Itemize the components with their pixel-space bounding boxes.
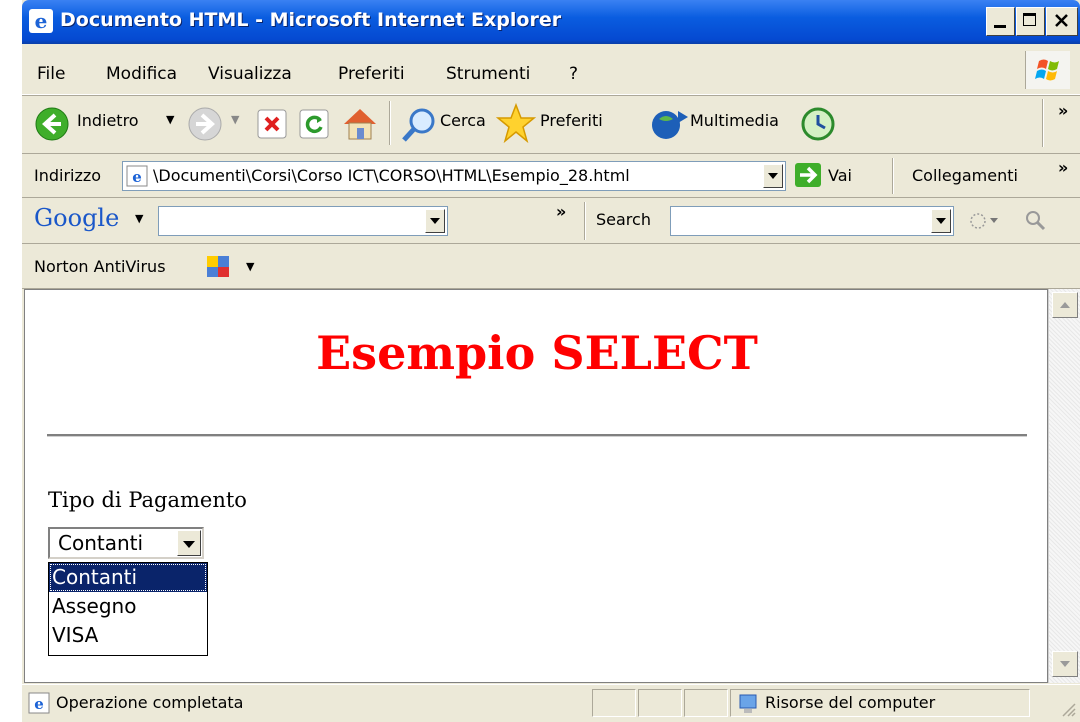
svg-text:e: e: [34, 695, 44, 713]
ie-logo-icon: e: [29, 9, 53, 33]
favorites-button-label[interactable]: Preferiti: [540, 111, 603, 130]
forward-dropdown-icon[interactable]: ▼: [231, 113, 239, 126]
scroll-down-button[interactable]: [1052, 651, 1078, 677]
go-arrow-icon[interactable]: [794, 162, 822, 188]
horizontal-rule: [47, 434, 1027, 437]
maximize-button[interactable]: [1016, 7, 1045, 36]
scroll-up-button[interactable]: [1052, 292, 1078, 318]
page-icon: e: [126, 165, 148, 187]
payment-options-list[interactable]: Contanti Assegno VISA: [48, 562, 208, 656]
payment-type-label: Tipo di Pagamento: [48, 488, 247, 512]
status-page-icon: e: [28, 692, 50, 714]
payment-type-select[interactable]: Contanti: [48, 527, 204, 559]
norton-shield-icon[interactable]: [204, 252, 232, 280]
title-bar[interactable]: e Documento HTML - Microsoft Internet Ex…: [22, 0, 1080, 44]
links-overflow-chevron[interactable]: »: [1058, 158, 1068, 177]
standard-toolbar: Indietro ▼ ▼ Cerca Preferiti Multimedia …: [22, 95, 1080, 154]
select-current-value: Contanti: [58, 531, 144, 555]
forward-arrow-icon[interactable]: [187, 106, 223, 142]
option-contanti[interactable]: Contanti: [49, 563, 207, 592]
svg-text:e: e: [35, 9, 48, 33]
norton-label[interactable]: Norton AntiVirus: [34, 257, 166, 276]
back-arrow-icon[interactable]: [34, 106, 70, 142]
option-visa[interactable]: VISA: [49, 621, 207, 650]
google-menu-dropdown-icon[interactable]: ▼: [135, 212, 143, 225]
menu-modifica[interactable]: Modifica: [106, 64, 177, 84]
menu-bar: File Modifica Visualizza Preferiti Strum…: [22, 44, 1080, 95]
menu-file[interactable]: File: [37, 64, 65, 84]
google-toolbar: Google ▼ » Search: [22, 198, 1080, 244]
google-query-dropdown-button[interactable]: [425, 209, 445, 233]
windows-logo-panel: [1025, 51, 1070, 89]
google-query-input[interactable]: [158, 206, 448, 236]
search-query-input[interactable]: [670, 206, 954, 236]
status-cell-2: [638, 689, 682, 717]
back-dropdown-icon[interactable]: ▼: [166, 113, 174, 126]
go-button-label[interactable]: Vai: [828, 166, 852, 185]
back-button-label[interactable]: Indietro: [77, 111, 139, 130]
page-heading: Esempio SELECT: [316, 326, 758, 380]
address-bar: Indirizzo e \Documenti\Corsi\Corso ICT\C…: [22, 154, 1080, 198]
svg-text:e: e: [132, 168, 142, 186]
vertical-scrollbar[interactable]: [1048, 289, 1080, 683]
home-icon[interactable]: [340, 104, 380, 142]
menu-help[interactable]: ?: [569, 64, 578, 84]
google-logo[interactable]: Google: [34, 204, 119, 232]
scroll-down-icon: [1060, 661, 1070, 667]
option-assegno[interactable]: Assegno: [49, 592, 207, 621]
status-bar: e Operazione completata Risorse del comp…: [22, 684, 1080, 722]
status-zone-cell: Risorse del computer: [730, 689, 1030, 717]
resize-grip-icon[interactable]: [1058, 699, 1076, 717]
status-cell-1: [592, 689, 636, 717]
address-input[interactable]: e \Documenti\Corsi\Corso ICT\CORSO\HTML\…: [122, 161, 786, 191]
status-zone-text: Risorse del computer: [765, 693, 936, 712]
menu-preferiti[interactable]: Preferiti: [338, 64, 405, 84]
search-label: Search: [596, 210, 651, 229]
close-button[interactable]: [1046, 7, 1078, 36]
address-dropdown-button[interactable]: [763, 164, 783, 188]
favorites-star-icon[interactable]: [496, 102, 536, 144]
refresh-icon[interactable]: [298, 108, 330, 140]
google-overflow-chevron[interactable]: »: [556, 202, 566, 221]
page-content: Esempio SELECT Tipo di Pagamento Contant…: [24, 289, 1048, 683]
status-text: Operazione completata: [56, 693, 244, 712]
toolbar-overflow-chevron[interactable]: »: [1058, 101, 1068, 120]
search-query-dropdown-button[interactable]: [931, 209, 951, 233]
minimize-button[interactable]: [986, 7, 1015, 36]
address-label: Indirizzo: [34, 166, 102, 185]
menu-strumenti[interactable]: Strumenti: [446, 64, 530, 84]
my-computer-icon: [739, 694, 757, 713]
select-dropdown-button[interactable]: [177, 530, 201, 556]
history-icon[interactable]: [798, 105, 838, 143]
address-value: \Documenti\Corsi\Corso ICT\CORSO\HTML\Es…: [153, 166, 630, 185]
norton-dropdown-icon[interactable]: ▼: [246, 260, 254, 273]
window-title: Documento HTML - Microsoft Internet Expl…: [60, 9, 562, 31]
stop-icon[interactable]: [256, 108, 288, 140]
norton-toolbar: Norton AntiVirus ▼: [22, 244, 1080, 289]
status-cell-3: [684, 689, 728, 717]
close-icon: [1055, 14, 1068, 27]
windows-flag-icon: [1035, 59, 1059, 81]
media-icon[interactable]: [650, 105, 690, 143]
search-icon[interactable]: [400, 106, 438, 144]
search-options-icon[interactable]: [968, 210, 1008, 232]
ie-window: e Documento HTML - Microsoft Internet Ex…: [22, 0, 1080, 722]
media-button-label[interactable]: Multimedia: [690, 111, 779, 130]
scroll-up-icon: [1060, 302, 1070, 308]
menu-visualizza[interactable]: Visualizza: [208, 64, 292, 84]
search-button-label[interactable]: Cerca: [440, 111, 486, 130]
magnifier-icon[interactable]: [1022, 208, 1050, 234]
links-label[interactable]: Collegamenti: [912, 166, 1018, 185]
